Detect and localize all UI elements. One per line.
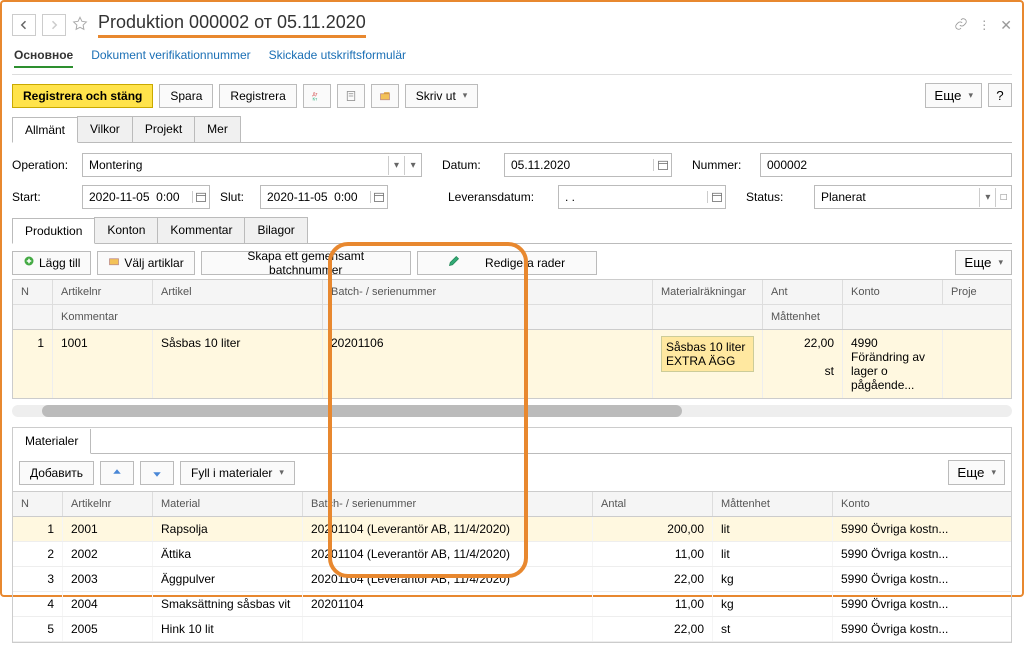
number-input-wrap[interactable] xyxy=(760,153,1012,177)
subtab-konton[interactable]: Konton xyxy=(94,217,158,243)
register-close-button[interactable]: Registrera och stäng xyxy=(12,84,153,108)
subnav-verif[interactable]: Dokument verifikationnummer xyxy=(91,48,250,68)
status-d2[interactable]: □ xyxy=(995,188,1011,207)
scrollbar-thumb[interactable] xyxy=(42,405,682,417)
start-label: Start: xyxy=(12,190,72,204)
h-n: N xyxy=(13,280,53,304)
window-title: Produktion 000002 от 05.11.2020 xyxy=(98,12,366,38)
save-button[interactable]: Spara xyxy=(159,84,213,108)
fill-materials-button[interactable]: Fyll i materialer xyxy=(180,461,295,485)
date-input[interactable] xyxy=(505,154,653,176)
end-input-wrap[interactable] xyxy=(260,185,388,209)
move-up-button[interactable] xyxy=(100,461,134,485)
link-icon[interactable] xyxy=(954,17,968,34)
mat-add-button[interactable]: Добавить xyxy=(19,461,94,485)
svg-text:Дт: Дт xyxy=(312,91,317,96)
subtab-kommentar[interactable]: Kommentar xyxy=(157,217,245,243)
register-button[interactable]: Registrera xyxy=(219,84,296,108)
h-artikel: Artikel xyxy=(153,280,323,304)
svg-text:Кт: Кт xyxy=(312,96,317,101)
more-button-toolbar[interactable]: Еще xyxy=(925,83,982,108)
status-label: Status: xyxy=(746,190,804,204)
tab-allmant[interactable]: Allmänt xyxy=(12,117,78,143)
date-cal-icon[interactable] xyxy=(653,159,671,171)
material-row[interactable]: 52005Hink 10 lit22,00st5990 Övriga kostn… xyxy=(13,617,1011,642)
tab-materialer[interactable]: Materialer xyxy=(13,429,91,454)
subtab-produktion[interactable]: Produktion xyxy=(12,218,95,244)
subtab-bilagor[interactable]: Bilagor xyxy=(244,217,307,243)
h-comment: Kommentar xyxy=(53,305,323,329)
status-input[interactable] xyxy=(815,186,979,208)
mh-konto: Konto xyxy=(833,492,1011,516)
production-grid: N Artikelnr Artikel Batch- / serienummer… xyxy=(12,279,1012,399)
subnav-main[interactable]: Основное xyxy=(14,48,73,68)
start-input-wrap[interactable] xyxy=(82,185,210,209)
tab-vilkor[interactable]: Vilkor xyxy=(77,116,133,142)
folder-icon-button[interactable] xyxy=(371,84,399,108)
mh-antal: Antal xyxy=(593,492,713,516)
production-row[interactable]: 1 1001 Såsbas 10 liter 20201106 Såsbas 1… xyxy=(13,330,1011,398)
close-icon[interactable]: ✕ xyxy=(1000,17,1012,34)
deliv-cal[interactable] xyxy=(707,191,725,203)
operation-input-wrap[interactable]: ▾▾ xyxy=(82,153,422,177)
material-row[interactable]: 42004Smaksättning såsbas vit2020110411,0… xyxy=(13,592,1011,617)
h-unit: Måttenhet xyxy=(763,305,843,329)
print-button[interactable]: Skriv ut xyxy=(405,84,479,108)
doc-icon-button[interactable] xyxy=(337,84,365,108)
material-row[interactable]: 32003Äggpulver20201104 (Leverantör AB, 1… xyxy=(13,567,1011,592)
dtkt-icon-button[interactable]: ДтКт xyxy=(303,84,331,108)
help-button[interactable]: ? xyxy=(988,83,1012,107)
material-row[interactable]: 22002Ättika20201104 (Leverantör AB, 11/4… xyxy=(13,542,1011,567)
number-input[interactable] xyxy=(761,154,1011,176)
deliv-label: Leveransdatum: xyxy=(448,190,548,204)
star-icon[interactable] xyxy=(72,16,88,35)
h-batch: Batch- / serienummer xyxy=(323,280,653,304)
date-input-wrap[interactable] xyxy=(504,153,672,177)
mh-material: Material xyxy=(153,492,303,516)
forward-button[interactable] xyxy=(42,14,66,36)
mh-artnr: Artikelnr xyxy=(63,492,153,516)
choose-articles-button[interactable]: Välj artiklar xyxy=(97,251,194,275)
tab-mer[interactable]: Mer xyxy=(194,116,241,142)
status-input-wrap[interactable]: ▾□ xyxy=(814,185,1012,209)
start-cal[interactable] xyxy=(192,191,209,203)
deliv-input[interactable] xyxy=(559,186,707,208)
date-label: Datum: xyxy=(442,158,494,172)
op-d1[interactable]: ▾ xyxy=(388,156,405,175)
subnav-forms[interactable]: Skickade utskriftsformulär xyxy=(269,48,406,68)
h-artnr: Artikelnr xyxy=(53,280,153,304)
end-input[interactable] xyxy=(261,186,370,208)
h-scrollbar[interactable] xyxy=(12,405,1012,417)
operation-label: Operation: xyxy=(12,158,72,172)
create-batch-button[interactable]: Skapa ett gemensamt batchnummer xyxy=(201,251,411,275)
material-highlight: Såsbas 10 liter EXTRA ÄGG xyxy=(661,336,754,372)
back-button[interactable] xyxy=(12,14,36,36)
move-down-button[interactable] xyxy=(140,461,174,485)
material-row[interactable]: 12001Rapsolja20201104 (Leverantör AB, 11… xyxy=(13,517,1011,542)
h-material: Materialräkningar xyxy=(653,280,763,304)
mh-n: N xyxy=(13,492,63,516)
start-input[interactable] xyxy=(83,186,192,208)
end-cal[interactable] xyxy=(370,191,387,203)
deliv-input-wrap[interactable] xyxy=(558,185,726,209)
op-d2[interactable]: ▾ xyxy=(404,156,421,175)
more-button-mat[interactable]: Еще xyxy=(948,460,1005,485)
number-label: Nummer: xyxy=(692,158,750,172)
more-button-subtoolbar[interactable]: Еще xyxy=(955,250,1012,275)
h-ant: Ant xyxy=(763,280,843,304)
status-d1[interactable]: ▾ xyxy=(979,188,995,207)
operation-input[interactable] xyxy=(83,154,388,176)
add-row-button[interactable]: Lägg till xyxy=(12,251,91,275)
menu-dots-icon[interactable]: ⋮ xyxy=(978,18,990,32)
mh-unit: Måttenhet xyxy=(713,492,833,516)
h-proj: Proje xyxy=(943,280,1011,304)
mh-batch: Batch- / serienummer xyxy=(303,492,593,516)
h-konto: Konto xyxy=(843,280,943,304)
tab-projekt[interactable]: Projekt xyxy=(132,116,195,142)
end-label: Slut: xyxy=(220,190,250,204)
edit-rows-button[interactable]: Redigera rader xyxy=(417,251,597,275)
